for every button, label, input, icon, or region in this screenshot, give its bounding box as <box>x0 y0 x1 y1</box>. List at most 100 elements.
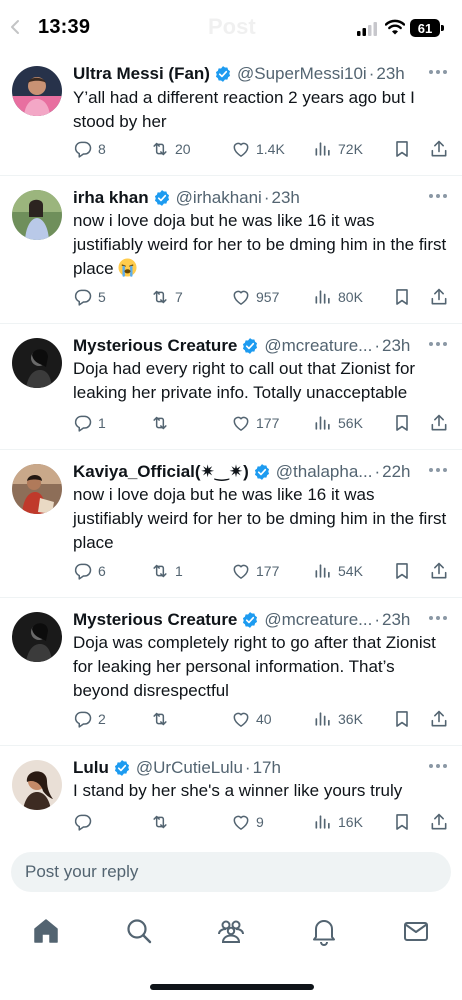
timestamp[interactable]: 23h <box>382 336 410 356</box>
author-name[interactable]: Mysterious Creature <box>73 610 237 630</box>
author-handle[interactable]: @mcreature... <box>264 610 372 630</box>
like-count: 177 <box>256 415 280 431</box>
like-button[interactable]: 177 <box>231 412 279 434</box>
views-button[interactable]: 56K <box>313 412 363 434</box>
reply-count: 1 <box>98 415 106 431</box>
tab-messages[interactable] <box>401 916 431 946</box>
author-handle[interactable]: @UrCutieLulu <box>136 758 243 778</box>
views-button[interactable]: 72K <box>313 138 363 160</box>
timestamp[interactable]: 22h <box>382 462 410 482</box>
views-button[interactable]: 16K <box>313 811 363 833</box>
repost-button[interactable]: 1 <box>150 560 183 582</box>
home-icon <box>34 919 58 943</box>
bookmark-button[interactable] <box>392 708 412 730</box>
separator-dot: · <box>244 758 251 777</box>
author-name[interactable]: Kaviya_Official(✷‿✷) <box>73 462 249 482</box>
author-name[interactable]: irha khan <box>73 188 149 208</box>
bookmark-button[interactable] <box>392 138 412 160</box>
reply-item[interactable]: Mysterious Creature @mcreature... · 23h … <box>0 324 462 450</box>
avatar[interactable] <box>12 464 62 514</box>
share-button[interactable] <box>429 138 449 160</box>
reply-input[interactable] <box>25 852 425 892</box>
reply-item[interactable]: Mysterious Creature @mcreature... · 23h … <box>0 598 462 746</box>
repost-button[interactable]: 20 <box>150 138 191 160</box>
reply-button[interactable]: 5 <box>73 286 106 308</box>
author-handle[interactable]: @mcreature... <box>264 336 372 356</box>
timestamp[interactable]: 23h <box>272 188 300 208</box>
author-handle[interactable]: @irhakhani <box>176 188 262 208</box>
verified-badge-icon <box>153 189 171 207</box>
like-button[interactable]: 40 <box>231 708 272 730</box>
more-options-icon[interactable] <box>428 615 448 621</box>
tab-search[interactable] <box>124 916 154 946</box>
tab-communities[interactable] <box>216 916 246 946</box>
avatar[interactable] <box>12 338 62 388</box>
avatar[interactable] <box>12 612 62 662</box>
avatar[interactable] <box>12 66 62 116</box>
action-bar: 1 177 56K <box>73 412 453 434</box>
author-name[interactable]: Mysterious Creature <box>73 336 237 356</box>
author-name[interactable]: Lulu <box>73 758 109 778</box>
timestamp[interactable]: 23h <box>382 610 410 630</box>
more-options-icon[interactable] <box>428 193 448 199</box>
reply-composer[interactable] <box>11 852 451 892</box>
reply-item[interactable]: irha khan @irhakhani · 23h now i love do… <box>0 176 462 324</box>
like-button[interactable]: 957 <box>231 286 279 308</box>
reply-button[interactable]: 1 <box>73 412 106 434</box>
more-options-icon[interactable] <box>428 763 448 769</box>
action-bar: 5 7 957 80K <box>73 286 453 308</box>
bookmark-button[interactable] <box>392 286 412 308</box>
like-count: 177 <box>256 563 280 579</box>
avatar[interactable] <box>12 760 62 810</box>
share-button[interactable] <box>429 811 449 833</box>
reply-button[interactable]: 6 <box>73 560 106 582</box>
reply-button[interactable]: 2 <box>73 708 106 730</box>
share-button[interactable] <box>429 708 449 730</box>
views-icon <box>313 812 333 832</box>
communities-icon <box>218 920 244 943</box>
timestamp[interactable]: 17h <box>253 758 281 778</box>
battery-tip <box>441 25 444 31</box>
reply-item[interactable]: Ultra Messi (Fan) @SuperMessi10i · 23h Y… <box>0 56 462 176</box>
like-count: 9 <box>256 814 264 830</box>
reply-item[interactable]: Kaviya_Official(✷‿✷) @thalapha... · 22h … <box>0 450 462 598</box>
reply-button[interactable] <box>73 811 98 833</box>
views-button[interactable]: 36K <box>313 708 363 730</box>
like-button[interactable]: 177 <box>231 560 279 582</box>
repost-button[interactable] <box>150 811 175 833</box>
repost-button[interactable] <box>150 708 175 730</box>
bookmark-button[interactable] <box>392 560 412 582</box>
repost-button[interactable]: 7 <box>150 286 183 308</box>
views-button[interactable]: 54K <box>313 560 363 582</box>
like-button[interactable]: 1.4K <box>231 138 285 160</box>
bookmark-button[interactable] <box>392 811 412 833</box>
author-handle[interactable]: @thalapha... <box>276 462 373 482</box>
tab-notifications[interactable] <box>309 916 339 946</box>
like-button[interactable]: 9 <box>231 811 264 833</box>
avatar[interactable] <box>12 190 62 240</box>
reply-header: Ultra Messi (Fan) @SuperMessi10i · 23h <box>73 62 426 86</box>
back-arrow-icon[interactable] <box>8 19 24 35</box>
separator-dot: · <box>263 188 270 207</box>
share-button[interactable] <box>429 286 449 308</box>
reply-item[interactable]: Lulu @UrCutieLulu · 17h I stand by her s… <box>0 746 462 842</box>
cellular-signal-icon <box>357 22 377 36</box>
timestamp[interactable]: 23h <box>376 64 404 84</box>
reply-text: Y’all had a different reaction 2 years a… <box>73 88 415 131</box>
views-button[interactable]: 80K <box>313 286 363 308</box>
more-options-icon[interactable] <box>428 467 448 473</box>
author-handle[interactable]: @SuperMessi10i <box>237 64 367 84</box>
tab-home[interactable] <box>31 916 61 946</box>
more-options-icon[interactable] <box>428 341 448 347</box>
crying-face-emoji-icon <box>118 258 137 277</box>
author-name[interactable]: Ultra Messi (Fan) <box>73 64 210 84</box>
notifications-icon <box>313 920 335 946</box>
bookmark-button[interactable] <box>392 412 412 434</box>
more-options-icon[interactable] <box>428 69 448 75</box>
repost-icon <box>150 139 170 159</box>
share-button[interactable] <box>429 412 449 434</box>
reply-button[interactable]: 8 <box>73 138 106 160</box>
share-button[interactable] <box>429 560 449 582</box>
separator-dot: · <box>368 64 375 83</box>
repost-button[interactable] <box>150 412 175 434</box>
